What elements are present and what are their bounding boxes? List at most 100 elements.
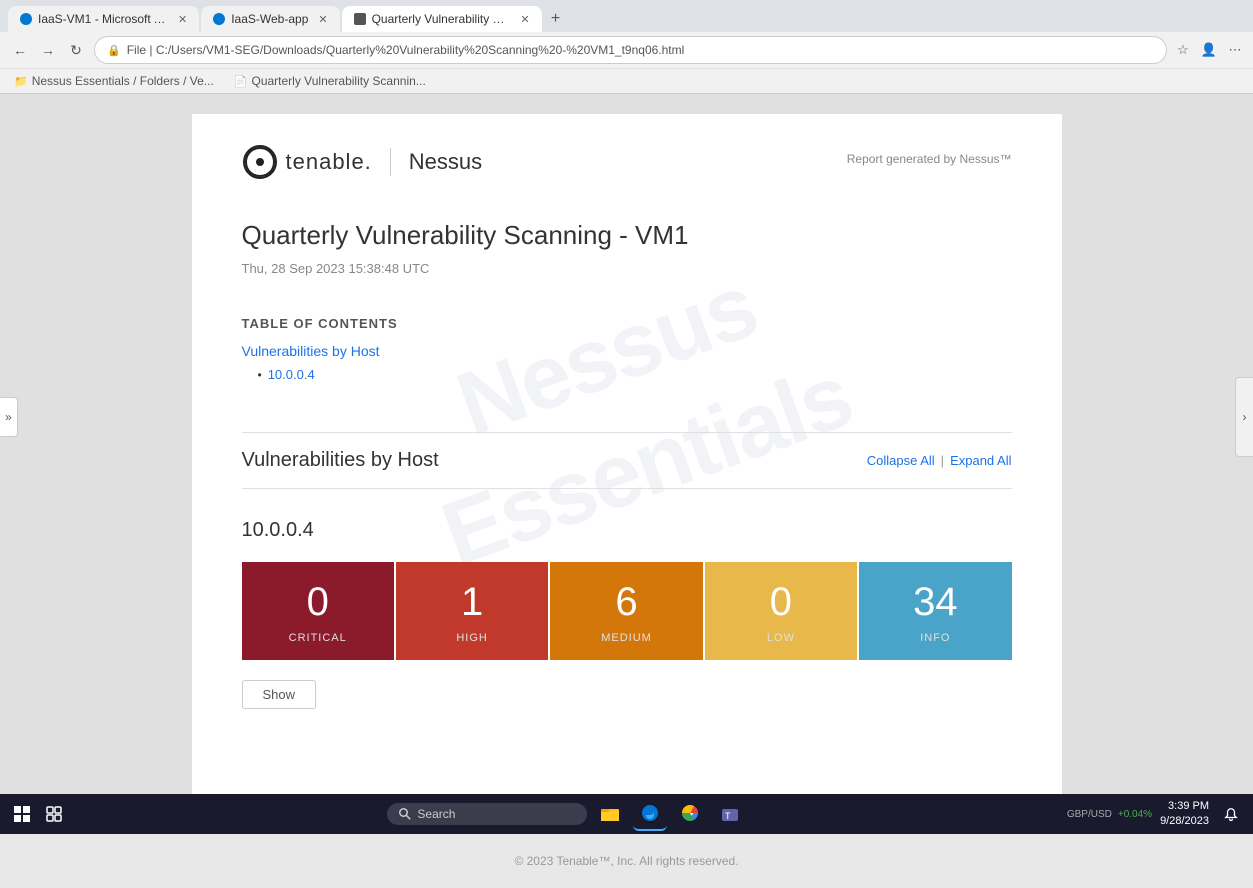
toc-heading: TABLE OF CONTENTS [242,316,1012,331]
fav-label-nessus: Nessus Essentials / Folders / Ve... [32,74,214,88]
fav-item-quarterly[interactable]: 📄 Quarterly Vulnerability Scannin... [228,72,432,90]
footer-text: © 2023 Tenable™, Inc. All rights reserve… [514,854,738,868]
logo-divider [390,148,391,176]
taskbar-search-box[interactable]: Search [387,803,587,825]
new-tab-button[interactable]: + [544,7,568,31]
tab-close-3[interactable]: ✕ [520,13,529,26]
host-ip-address: 10.0.0.4 [242,519,1012,542]
critical-count: 0 [307,582,329,622]
currency-change: +0.04% [1118,809,1152,820]
report-date: Thu, 28 Sep 2023 15:38:48 UTC [242,261,1012,276]
severity-card-critical: 0 CRITICAL [242,562,394,660]
severity-card-info: 34 INFO [859,562,1011,660]
vulnerabilities-by-host-section: Vulnerabilities by Host Collapse All | E… [242,449,1012,709]
clock-time: 3:39 PM [1160,799,1209,814]
tenable-logo: tenable. Nessus [242,144,483,180]
high-label: HIGH [456,632,488,644]
fav-icon-quarterly: 📄 [234,75,248,88]
clock-date: 9/28/2023 [1160,814,1209,829]
collapse-all-link[interactable]: Collapse All [867,453,935,468]
taskbar-clock[interactable]: 3:39 PM 9/28/2023 [1160,799,1209,830]
taskbar-teams[interactable]: T [713,797,747,831]
page-footer: © 2023 Tenable™, Inc. All rights reserve… [0,854,1253,888]
taskbar-file-explorer[interactable] [593,797,627,831]
tab-bar: IaaS-VM1 - Microsoft Azure ✕ IaaS-Web-ap… [0,0,1253,32]
refresh-button[interactable]: ↻ [64,38,88,62]
taskbar-edge-browser[interactable] [633,797,667,831]
medium-label: MEDIUM [601,632,652,644]
action-separator: | [941,453,944,468]
file-explorer-icon [600,803,620,823]
table-of-contents: TABLE OF CONTENTS Vulnerabilities by Hos… [242,316,1012,382]
page-area: NessusEssentials tenable. Nessus [0,94,1253,834]
toc-bullet: • [258,368,262,382]
search-icon [399,808,411,820]
fav-item-nessus[interactable]: 📁 Nessus Essentials / Folders / Ve... [8,72,220,90]
nav-buttons: ← → ↻ [8,38,88,62]
fav-icon-nessus: 📁 [14,75,28,88]
vuln-section-header: Vulnerabilities by Host Collapse All | E… [242,449,1012,472]
low-count: 0 [770,582,792,622]
taskview-button[interactable] [40,800,68,828]
tab-favicon-1 [20,13,32,25]
critical-label: CRITICAL [289,632,347,644]
back-button[interactable]: ← [8,38,32,62]
right-chevron-icon: › [1243,410,1247,424]
forward-button[interactable]: → [36,38,60,62]
toc-vuln-by-host-link[interactable]: Vulnerabilities by Host [242,343,1012,359]
sidebar-chevron-icon: » [5,410,12,424]
tab-label-2: IaaS-Web-app [231,12,308,26]
low-label: LOW [767,632,795,644]
url-text: File | C:/Users/VM1-SEG/Downloads/Quarte… [127,43,685,57]
toc-host-link[interactable]: 10.0.0.4 [268,367,315,382]
taskbar-center: Search [387,797,747,831]
tab-web-app[interactable]: IaaS-Web-app ✕ [201,6,339,32]
system-tray: GBP/USD +0.04% [1067,809,1152,820]
report-content: tenable. Nessus Report generated by Ness… [242,144,1012,709]
report-generated-text: Report generated by Nessus™ [847,144,1012,166]
vuln-section-title: Vulnerabilities by Host [242,449,439,472]
severity-card-medium: 6 MEDIUM [550,562,702,660]
show-button[interactable]: Show [242,680,317,709]
host-section: 10.0.0.4 0 CRITICAL 1 HIGH 6 [242,519,1012,709]
extensions-icon[interactable]: ☆ [1173,40,1193,60]
browser-toolbar-icons: ☆ 👤 ⋯ [1173,40,1245,60]
currency-label: GBP/USD [1067,809,1112,820]
tab-close-2[interactable]: ✕ [318,13,327,26]
notification-center[interactable] [1217,800,1245,828]
edge-icon [640,803,660,823]
severity-card-high: 1 HIGH [396,562,548,660]
lock-icon: 🔒 [107,44,121,57]
search-placeholder: Search [417,807,455,821]
nessus-wordmark: Nessus [409,149,482,175]
medium-count: 6 [615,582,637,622]
profile-icon[interactable]: 👤 [1199,40,1219,60]
chrome-icon [680,803,700,823]
tab-azure-vm1[interactable]: IaaS-VM1 - Microsoft Azure ✕ [8,6,199,32]
taskbar-right: GBP/USD +0.04% 3:39 PM 9/28/2023 [1067,799,1245,830]
browser-chrome: IaaS-VM1 - Microsoft Azure ✕ IaaS-Web-ap… [0,0,1253,94]
high-count: 1 [461,582,483,622]
right-sidebar-arrow[interactable]: › [1235,377,1253,457]
severity-card-low: 0 LOW [705,562,857,660]
section-divider [242,432,1012,433]
tab-favicon-3 [354,13,366,25]
windows-logo-icon [14,806,30,822]
sidebar-arrow[interactable]: » [0,397,18,437]
severity-cards: 0 CRITICAL 1 HIGH 6 MEDIUM 0 [242,562,1012,660]
report-container: NessusEssentials tenable. Nessus [192,114,1062,814]
info-count: 34 [913,582,958,622]
start-button[interactable] [8,800,36,828]
more-icon[interactable]: ⋯ [1225,40,1245,60]
taskbar-chrome-browser[interactable] [673,797,707,831]
tab-close-1[interactable]: ✕ [178,13,187,26]
fav-label-quarterly: Quarterly Vulnerability Scannin... [251,74,425,88]
teams-icon: T [720,803,740,823]
favorites-bar: 📁 Nessus Essentials / Folders / Ve... 📄 … [0,68,1253,93]
tab-nessus-report[interactable]: Quarterly Vulnerability Scannin... ✕ [342,6,542,32]
report-header: tenable. Nessus Report generated by Ness… [242,144,1012,180]
address-bar: ← → ↻ 🔒 File | C:/Users/VM1-SEG/Download… [0,32,1253,68]
report-title: Quarterly Vulnerability Scanning - VM1 [242,220,1012,251]
url-bar[interactable]: 🔒 File | C:/Users/VM1-SEG/Downloads/Quar… [94,36,1167,64]
expand-all-link[interactable]: Expand All [950,453,1011,468]
